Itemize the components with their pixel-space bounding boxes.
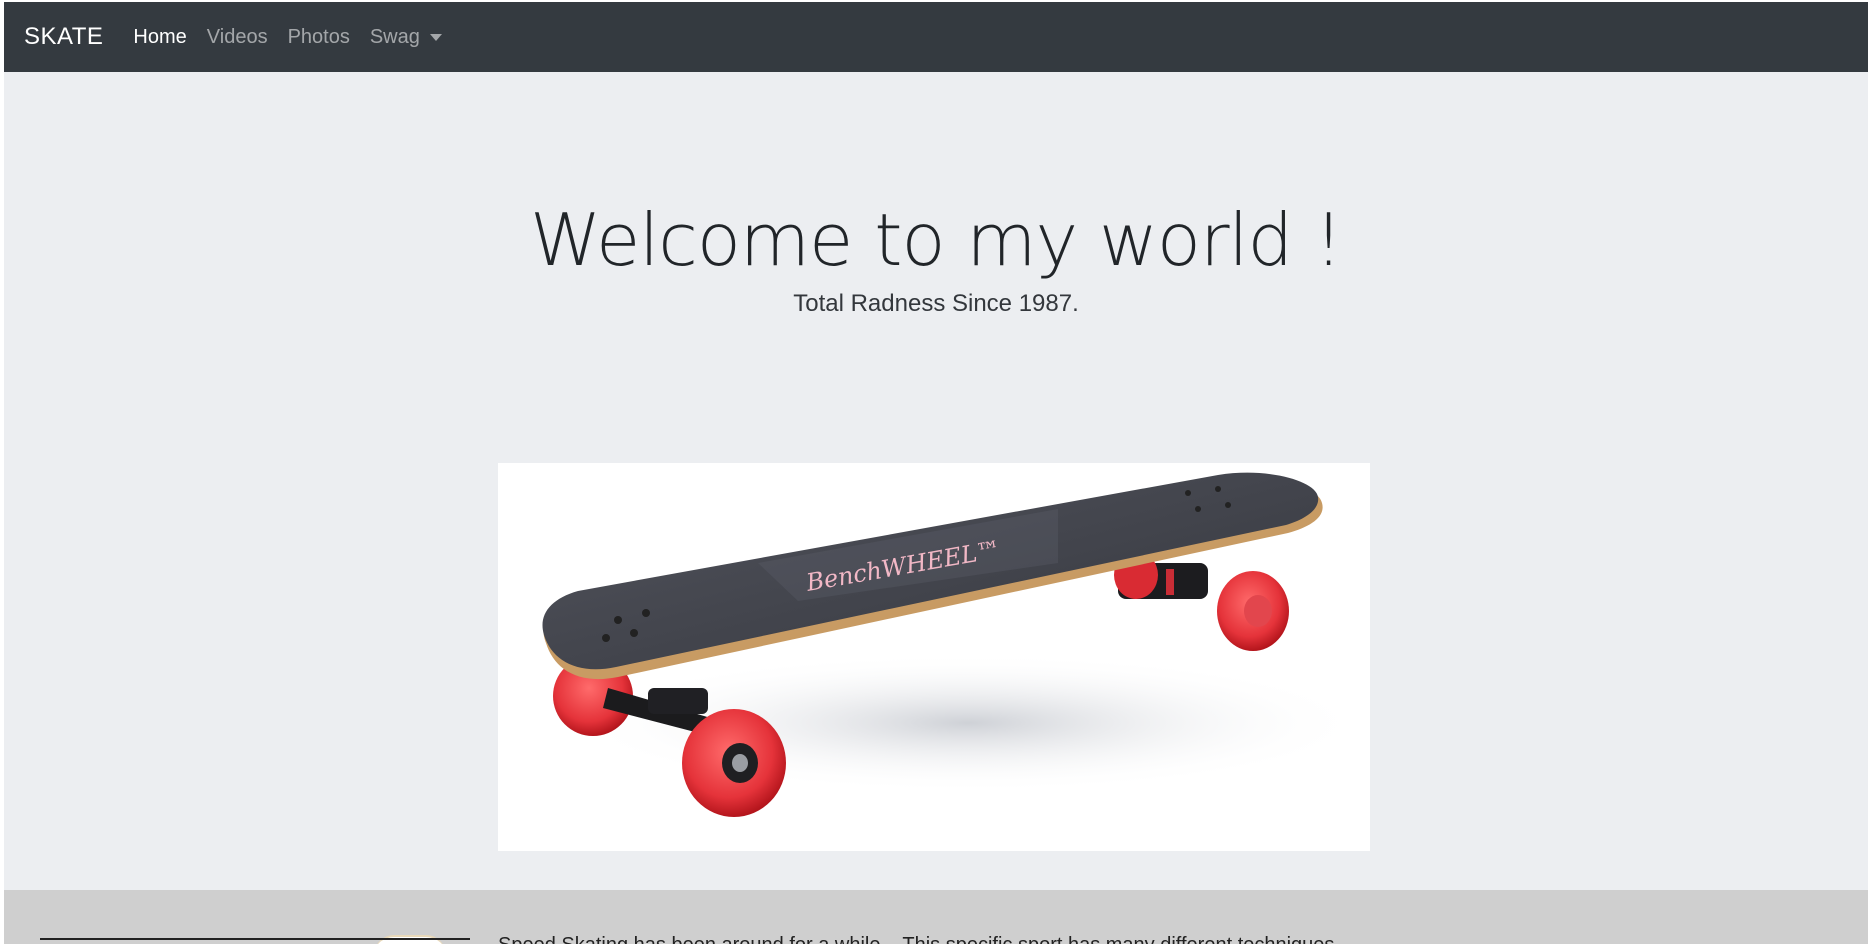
hero-title: Welcome to my world !	[529, 198, 1343, 282]
brand-logo[interactable]: SKATE	[24, 23, 103, 51]
hero-subtitle: Total Radness Since 1987.	[793, 290, 1079, 317]
divider	[40, 938, 470, 940]
skateboard-illustration: BenchWHEEL™	[542, 472, 1368, 817]
article-section: Speed Skating has been around for a whil…	[4, 890, 1868, 944]
back-wheels	[1114, 551, 1289, 651]
nav-item-home[interactable]: Home	[133, 26, 186, 49]
nav-item-photos[interactable]: Photos	[288, 26, 350, 49]
nav-item-swag[interactable]: Swag	[370, 26, 442, 49]
skateboard-image: BenchWHEEL™	[498, 463, 1370, 851]
hero-section: Welcome to my world ! Total Radness Sinc…	[4, 72, 1868, 890]
nav-item-swag-label: Swag	[369, 25, 420, 48]
top-navbar: SKATE Home Videos Photos Swag	[4, 2, 1868, 72]
nav-item-videos[interactable]: Videos	[207, 26, 268, 49]
caret-down-icon	[429, 33, 442, 41]
article-intro-text: Speed Skating has been around for a whil…	[498, 934, 1334, 944]
